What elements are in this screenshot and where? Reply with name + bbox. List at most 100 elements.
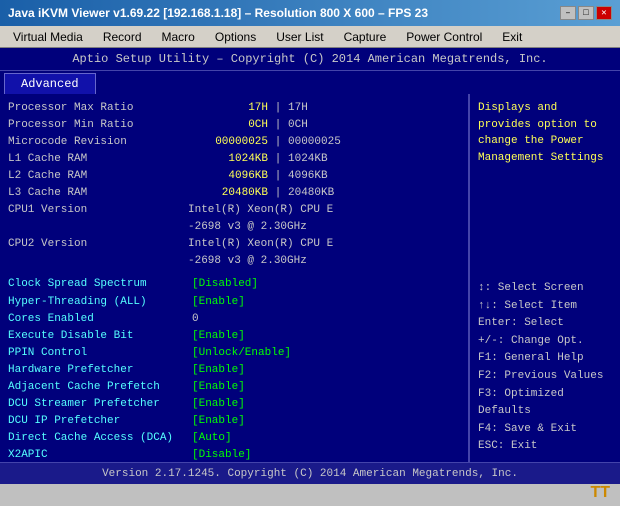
main-panel: Processor Max Ratio 17H | 17H Processor … <box>0 94 470 462</box>
bios-sep: | <box>268 151 288 168</box>
bios-val1: 4096KB <box>188 168 268 185</box>
bios-bracket-val: [Disable] <box>192 447 251 462</box>
help-key-item: F2: Previous Values <box>478 368 612 386</box>
bios-val2: 0CH <box>288 117 460 134</box>
window-controls: – □ ✕ <box>560 6 612 20</box>
menu-item-record[interactable]: Record <box>94 27 151 47</box>
bios-label: Processor Max Ratio <box>8 100 188 117</box>
bios-label: CPU1 Version <box>8 202 188 219</box>
bios-label: L3 Cache RAM <box>8 185 188 202</box>
menu-item-options[interactable]: Options <box>206 27 265 47</box>
bios-bracket-val: [Enable] <box>192 294 245 311</box>
help-key-item: F3: Optimized Defaults <box>478 386 612 421</box>
table-row: DCU IP Prefetcher [Enable] <box>8 413 460 430</box>
bios-label: PPIN Control <box>8 345 188 362</box>
bios-label: L1 Cache RAM <box>8 151 188 168</box>
bios-label: Direct Cache Access (DCA) <box>8 430 188 447</box>
bios-bracket-val: [Auto] <box>192 430 232 447</box>
table-row: Processor Min Ratio 0CH | 0CH <box>8 117 460 134</box>
table-row: PPIN Control [Unlock/Enable] <box>8 345 460 362</box>
bios-bracket-val: [Enable] <box>192 413 245 430</box>
bios-header: Aptio Setup Utility – Copyright (C) 2014… <box>0 48 620 71</box>
bios-label: Adjacent Cache Prefetch <box>8 379 188 396</box>
bios-cpu-val: Intel(R) Xeon(R) CPU E <box>188 202 333 219</box>
bios-label: CPU2 Version <box>8 236 188 253</box>
bios-label: Clock Spread Spectrum <box>8 276 188 293</box>
table-row: Adjacent Cache Prefetch [Enable] <box>8 379 460 396</box>
table-row: L3 Cache RAM 20480KB | 20480KB <box>8 185 460 202</box>
bios-sep: | <box>268 168 288 185</box>
table-row: CPU2 Version Intel(R) Xeon(R) CPU E <box>8 236 460 253</box>
bios-val2: 20480KB <box>288 185 460 202</box>
table-row: Cores Enabled 0 <box>8 311 460 328</box>
help-key-item: ↕: Select Screen <box>478 280 612 298</box>
table-row: X2APIC [Disable] <box>8 447 460 462</box>
menu-item-exit[interactable]: Exit <box>493 27 531 47</box>
maximize-button[interactable]: □ <box>578 6 594 20</box>
table-row: Hardware Prefetcher [Enable] <box>8 362 460 379</box>
bios-cpu-line: -2698 v3 @ 2.30GHz <box>188 253 307 270</box>
table-row: Execute Disable Bit [Enable] <box>8 328 460 345</box>
title-bar: Java iKVM Viewer v1.69.22 [192.168.1.18]… <box>0 0 620 26</box>
menu-item-user-list[interactable]: User List <box>267 27 332 47</box>
bios-label: DCU Streamer Prefetcher <box>8 396 188 413</box>
bios-label <box>8 219 188 236</box>
bios-val1: 1024KB <box>188 151 268 168</box>
bios-val1: 20480KB <box>188 185 268 202</box>
bios-val1: 17H <box>188 100 268 117</box>
table-row: -2698 v3 @ 2.30GHz <box>8 219 460 236</box>
bios-bracket-val: [Unlock/Enable] <box>192 345 291 362</box>
bios-bracket-val: [Disabled] <box>192 276 258 293</box>
table-row: -2698 v3 @ 2.30GHz <box>8 253 460 270</box>
bios-val2: 00000025 <box>288 134 460 151</box>
bios-val2: 17H <box>288 100 460 117</box>
table-row: Hyper-Threading (ALL) [Enable] <box>8 294 460 311</box>
bios-label <box>8 253 188 270</box>
bios-val2: 1024KB <box>288 151 460 168</box>
close-button[interactable]: ✕ <box>596 6 612 20</box>
window-title: Java iKVM Viewer v1.69.22 [192.168.1.18]… <box>8 6 428 20</box>
help-key-item: ESC: Exit <box>478 438 612 456</box>
bios-bracket-val: 0 <box>192 311 199 328</box>
help-key-item: ↑↓: Select Item <box>478 298 612 316</box>
bios-sep: | <box>268 185 288 202</box>
minimize-button[interactable]: – <box>560 6 576 20</box>
menu-item-macro[interactable]: Macro <box>153 27 204 47</box>
bios-bracket-val: [Enable] <box>192 379 245 396</box>
bios-label: Microcode Revision <box>8 134 188 151</box>
table-row: L1 Cache RAM 1024KB | 1024KB <box>8 151 460 168</box>
bios-container: Aptio Setup Utility – Copyright (C) 2014… <box>0 48 620 484</box>
tt-logo: TT <box>590 484 610 502</box>
bios-bracket-val: [Enable] <box>192 396 245 413</box>
bios-bracket-val: [Enable] <box>192 362 245 379</box>
menu-bar: Virtual MediaRecordMacroOptionsUser List… <box>0 26 620 48</box>
help-key-item: F4: Save & Exit <box>478 421 612 439</box>
menu-item-virtual-media[interactable]: Virtual Media <box>4 27 92 47</box>
menu-item-power-control[interactable]: Power Control <box>397 27 491 47</box>
bios-label: Execute Disable Bit <box>8 328 188 345</box>
bios-label: X2APIC <box>8 447 188 462</box>
bios-cpu-val: Intel(R) Xeon(R) CPU E <box>188 236 333 253</box>
bios-content: Processor Max Ratio 17H | 17H Processor … <box>0 94 620 462</box>
bios-val1: 00000025 <box>188 134 268 151</box>
table-row: L2 Cache RAM 4096KB | 4096KB <box>8 168 460 185</box>
bios-cpu-line: -2698 v3 @ 2.30GHz <box>188 219 307 236</box>
bios-sep: | <box>268 117 288 134</box>
help-text: Displays and provides option to change t… <box>478 100 612 166</box>
tab-advanced[interactable]: Advanced <box>4 73 96 94</box>
bios-sep: | <box>268 100 288 117</box>
bios-label: DCU IP Prefetcher <box>8 413 188 430</box>
help-keys: ↕: Select Screen↑↓: Select ItemEnter: Se… <box>478 280 612 456</box>
table-row: Microcode Revision 00000025 | 00000025 <box>8 134 460 151</box>
help-key-item: F1: General Help <box>478 350 612 368</box>
bios-label: Cores Enabled <box>8 311 188 328</box>
menu-item-capture[interactable]: Capture <box>335 27 396 47</box>
bios-val1: 0CH <box>188 117 268 134</box>
status-bar: Version 2.17.1245. Copyright (C) 2014 Am… <box>0 462 620 484</box>
table-row: Processor Max Ratio 17H | 17H <box>8 100 460 117</box>
help-panel: Displays and provides option to change t… <box>470 94 620 462</box>
table-row: Clock Spread Spectrum [Disabled] <box>8 276 460 293</box>
table-row: Direct Cache Access (DCA) [Auto] <box>8 430 460 447</box>
help-key-item: Enter: Select <box>478 315 612 333</box>
table-row: CPU1 Version Intel(R) Xeon(R) CPU E <box>8 202 460 219</box>
